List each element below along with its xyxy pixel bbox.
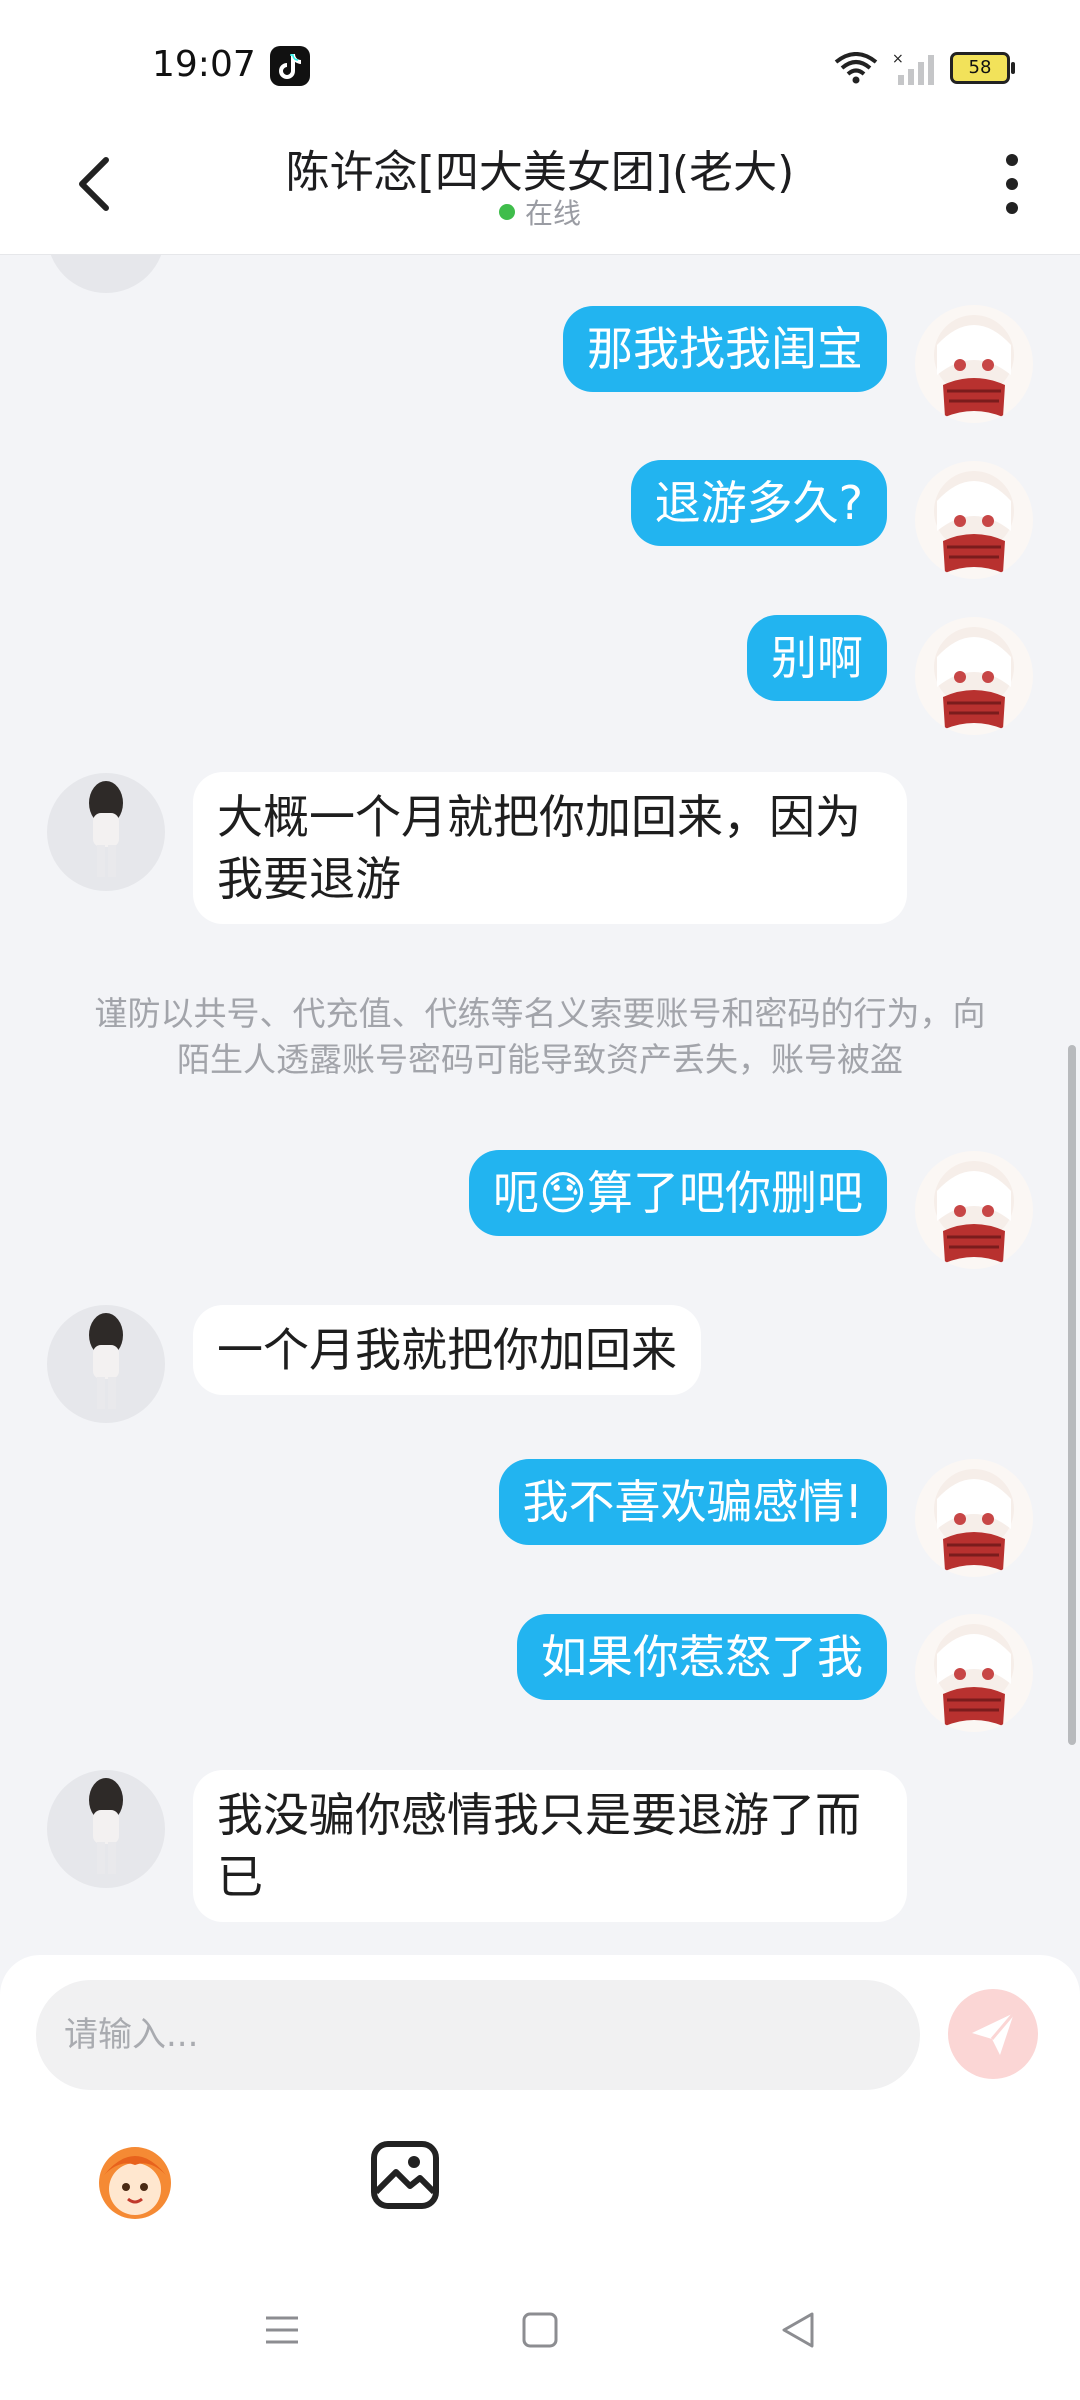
my-message-bubble[interactable]: 呃😓算了吧你删吧 (469, 1150, 887, 1236)
image-icon[interactable] (370, 2140, 440, 2210)
contact-message-bubble[interactable]: 一个月我就把你加回来 (193, 1305, 701, 1395)
more-options-icon[interactable] (1002, 152, 1022, 216)
my-avatar[interactable] (915, 617, 1033, 735)
message-input[interactable]: 请输入... (36, 1980, 920, 2090)
my-avatar[interactable] (915, 461, 1033, 579)
online-status: 在线 (0, 192, 1080, 232)
my-avatar[interactable] (915, 1614, 1033, 1732)
contact-message-bubble[interactable]: 大概一个月就把你加回来，因为我要退游 (193, 772, 907, 924)
my-message-bubble[interactable]: 我不喜欢骗感情! (498, 1459, 887, 1545)
my-avatar[interactable] (915, 1459, 1033, 1577)
status-icons: × 58 (834, 48, 1015, 88)
my-message-bubble[interactable]: 退游多久? (630, 460, 887, 546)
status-time: 19:07 (152, 44, 256, 85)
send-icon (972, 2012, 1016, 2055)
my-avatar[interactable] (915, 305, 1033, 423)
security-notice: 谨防以共号、代充值、代练等名义索要账号和密码的行为，向陌生人透露账号密码可能导致… (94, 994, 986, 1079)
my-message-bubble[interactable]: 那我找我闺宝 (563, 306, 887, 392)
back-icon[interactable] (778, 2310, 818, 2350)
signal-icon: × (892, 51, 934, 85)
status-bar: 19:07 × 58 (0, 0, 1080, 130)
my-avatar[interactable] (915, 1151, 1033, 1269)
sticker-icon[interactable] (90, 2135, 180, 2225)
sad-face-emoji-icon: 😓 (539, 1166, 587, 1220)
tiktok-icon (270, 46, 310, 86)
contact-avatar[interactable] (47, 1305, 165, 1423)
contact-name: 陈许念[四大美女团](老大) (285, 147, 795, 198)
my-message-bubble[interactable]: 别啊 (747, 615, 887, 701)
send-button[interactable] (948, 1989, 1038, 2079)
wifi-icon (834, 52, 878, 84)
online-dot-icon (498, 204, 515, 220)
chat-header: 陈许念[四大美女团](老大) 在线 (0, 130, 1080, 255)
system-navigation-bar (0, 2290, 1080, 2380)
contact-message-bubble[interactable]: 我没骗你感情我只是要退游了而已 (193, 1770, 907, 1922)
menu-icon[interactable] (262, 2310, 302, 2350)
contact-avatar[interactable] (47, 255, 165, 293)
my-message-bubble[interactable]: 如果你惹怒了我 (517, 1614, 887, 1700)
contact-avatar[interactable] (47, 773, 165, 891)
scrollbar[interactable] (1068, 1045, 1076, 1745)
contact-avatar[interactable] (47, 1770, 165, 1888)
svg-text:×: × (892, 51, 904, 67)
chat-area[interactable]: 那我找我闺宝 退游多久? 别啊 大概一个月就把你加回来，因为我要退游 谨防以共号… (0, 255, 1080, 1955)
home-icon[interactable] (520, 2310, 560, 2350)
battery-icon: 58 (950, 52, 1015, 84)
